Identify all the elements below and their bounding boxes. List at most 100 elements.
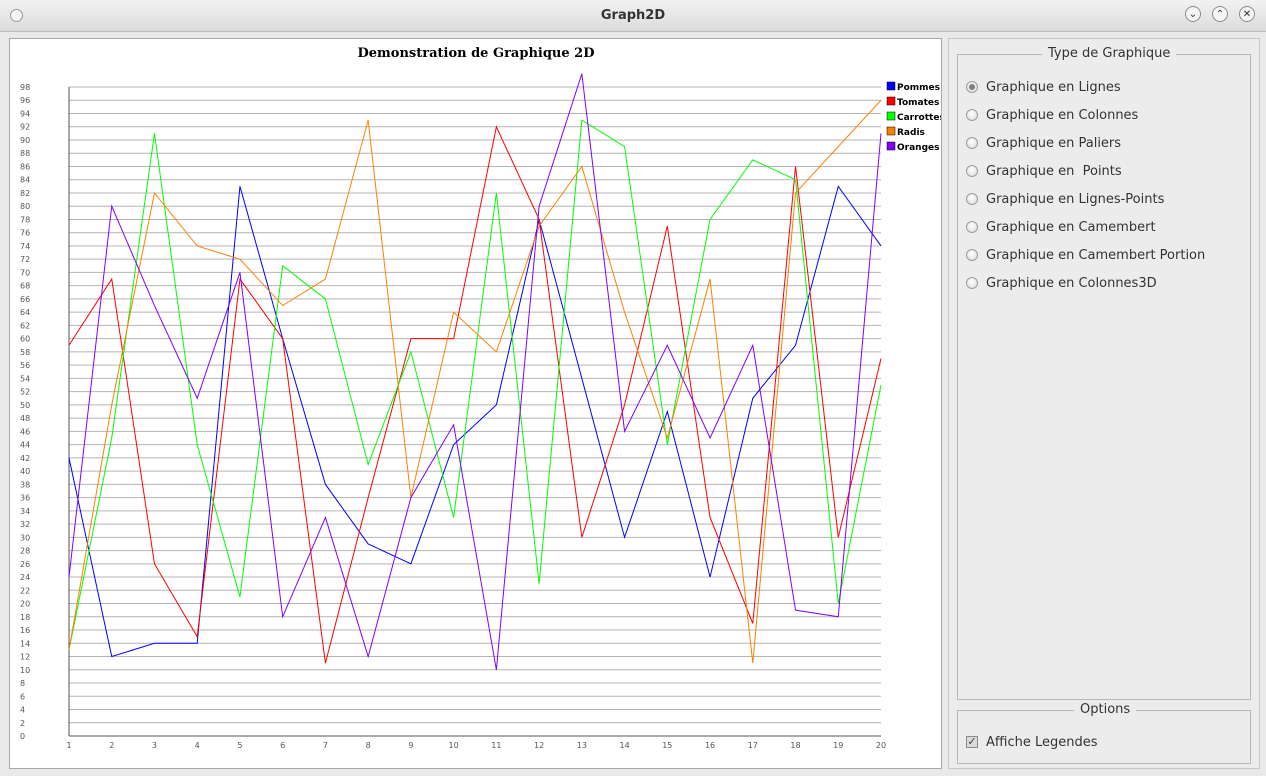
chart-title: Demonstration de Graphique 2D <box>357 46 594 61</box>
options-group: Options ✓ Affiche Legendes <box>957 702 1251 764</box>
radio-button[interactable] <box>966 137 978 149</box>
legend-label: Carrottes <box>897 113 941 123</box>
x-tick-label: 5 <box>237 741 242 750</box>
y-tick-label: 60 <box>20 335 30 344</box>
minimize-button[interactable]: ⌄ <box>1185 6 1201 22</box>
x-tick-label: 2 <box>109 741 114 750</box>
chart-type-option-label: Graphique en Camembert <box>986 219 1156 235</box>
radio-button[interactable] <box>966 109 978 121</box>
radio-button[interactable] <box>966 221 978 233</box>
y-tick-label: 24 <box>20 573 30 582</box>
x-tick-label: 4 <box>195 741 200 750</box>
chart-type-option[interactable]: Graphique en Camembert <box>966 217 1156 237</box>
chart-panel: Demonstration de Graphique 2D 0 2 4 6 8 10 12 14… <box>9 38 942 769</box>
x-tick-label: 3 <box>152 741 157 750</box>
show-legend-label: Affiche Legendes <box>986 734 1098 750</box>
y-tick-label: 14 <box>20 639 30 648</box>
radio-button[interactable] <box>966 165 978 177</box>
chart-type-option-label: Graphique en Colonnes <box>986 107 1139 123</box>
y-tick-label: 80 <box>20 202 30 211</box>
chart-type-option-label: Graphique en Points <box>986 163 1122 179</box>
y-tick-label: 96 <box>20 96 30 105</box>
y-tick-label: 76 <box>20 229 30 238</box>
y-tick-label: 90 <box>20 136 30 145</box>
y-tick-label: 40 <box>20 467 30 476</box>
legend-swatch <box>886 81 896 91</box>
chart-type-option[interactable]: Graphique en Points <box>966 161 1122 181</box>
close-icon: ✕ <box>1242 9 1252 20</box>
chart-type-group: Type de Graphique Graphique en Lignes Gra… <box>957 46 1251 700</box>
radio-button[interactable] <box>966 277 978 289</box>
y-tick-label: 8 <box>20 679 25 688</box>
chevron-up-icon: ⌃ <box>1215 9 1225 20</box>
y-tick-label: 88 <box>20 149 30 158</box>
show-legend-checkbox[interactable]: ✓ Affiche Legendes <box>966 732 1098 752</box>
window-title: Graph2D <box>600 8 666 23</box>
options-sidebar: Type de Graphique Graphique en Lignes Gra… <box>948 38 1260 769</box>
y-tick-label: 78 <box>20 215 30 224</box>
series-line-radis <box>68 99 882 664</box>
y-tick-label: 42 <box>20 454 30 463</box>
x-tick-label: 10 <box>449 741 459 750</box>
y-tick-label: 64 <box>20 308 30 317</box>
legend-label: Oranges <box>897 143 939 153</box>
x-tick-label: 8 <box>366 741 371 750</box>
series-line-pommes <box>68 185 882 658</box>
radio-button[interactable] <box>966 81 978 93</box>
y-tick-label: 0 <box>20 732 25 741</box>
line-chart: Demonstration de Graphique 2D02468101214… <box>20 46 941 750</box>
y-tick-label: 62 <box>20 321 30 330</box>
y-tick-label: 32 <box>20 520 30 529</box>
y-tick-label: 30 <box>20 533 30 542</box>
legend-swatch <box>886 111 896 121</box>
checkbox-check-icon[interactable]: ✓ <box>966 736 978 748</box>
chart-type-option[interactable]: Graphique en Paliers <box>966 133 1121 153</box>
y-tick-label: 72 <box>20 255 30 264</box>
y-tick-label: 26 <box>20 560 30 569</box>
y-tick-label: 58 <box>20 348 30 357</box>
y-tick-label: 98 <box>20 83 30 92</box>
radio-button[interactable] <box>966 193 978 205</box>
x-tick-label: 7 <box>323 741 328 750</box>
y-tick-label: 38 <box>20 480 30 489</box>
chevron-down-icon: ⌄ <box>1188 9 1198 20</box>
y-tick-label: 86 <box>20 162 30 171</box>
y-tick-label: 34 <box>20 507 30 516</box>
close-button[interactable]: ✕ <box>1239 6 1255 22</box>
y-tick-label: 50 <box>20 401 30 410</box>
chart-type-option[interactable]: Graphique en Colonnes3D <box>966 273 1157 293</box>
x-tick-label: 13 <box>577 741 587 750</box>
maximize-button[interactable]: ⌃ <box>1212 6 1228 22</box>
y-tick-label: 18 <box>20 613 30 622</box>
x-tick-label: 16 <box>705 741 715 750</box>
legend-swatch <box>886 126 896 136</box>
y-tick-label: 54 <box>20 374 30 383</box>
chart-type-option-label: Graphique en Colonnes3D <box>986 275 1157 291</box>
chart-type-option[interactable]: Graphique en Camembert Portion <box>966 245 1205 265</box>
legend-label: Tomates <box>897 98 939 108</box>
y-tick-label: 22 <box>20 586 30 595</box>
chart-type-option-label: Graphique en Lignes <box>986 79 1121 95</box>
y-tick-label: 94 <box>20 109 30 118</box>
x-tick-label: 15 <box>662 741 672 750</box>
y-tick-label: 52 <box>20 388 30 397</box>
y-tick-label: 48 <box>20 414 30 423</box>
chart-type-option[interactable]: Graphique en Colonnes <box>966 105 1138 125</box>
y-tick-label: 44 <box>20 441 30 450</box>
title-bar: Graph2D ⌄ ⌃ ✕ <box>0 0 1266 32</box>
chart-type-group-title: Type de Graphique <box>1042 46 1177 61</box>
y-tick-label: 92 <box>20 123 30 132</box>
legend-swatch <box>886 96 896 106</box>
radio-button[interactable] <box>966 249 978 261</box>
y-tick-label: 56 <box>20 361 30 370</box>
x-tick-label: 12 <box>534 741 544 750</box>
chart-type-option[interactable]: Graphique en Lignes <box>966 77 1121 97</box>
y-tick-label: 70 <box>20 268 30 277</box>
chart-type-option[interactable]: Graphique en Lignes-Points <box>966 189 1164 209</box>
y-tick-label: 2 <box>20 719 25 728</box>
x-tick-label: 20 <box>876 741 886 750</box>
x-tick-label: 9 <box>408 741 413 750</box>
legend-swatch <box>886 141 896 151</box>
chart-type-option-label: Graphique en Camembert Portion <box>986 247 1206 263</box>
y-tick-label: 16 <box>20 626 30 635</box>
